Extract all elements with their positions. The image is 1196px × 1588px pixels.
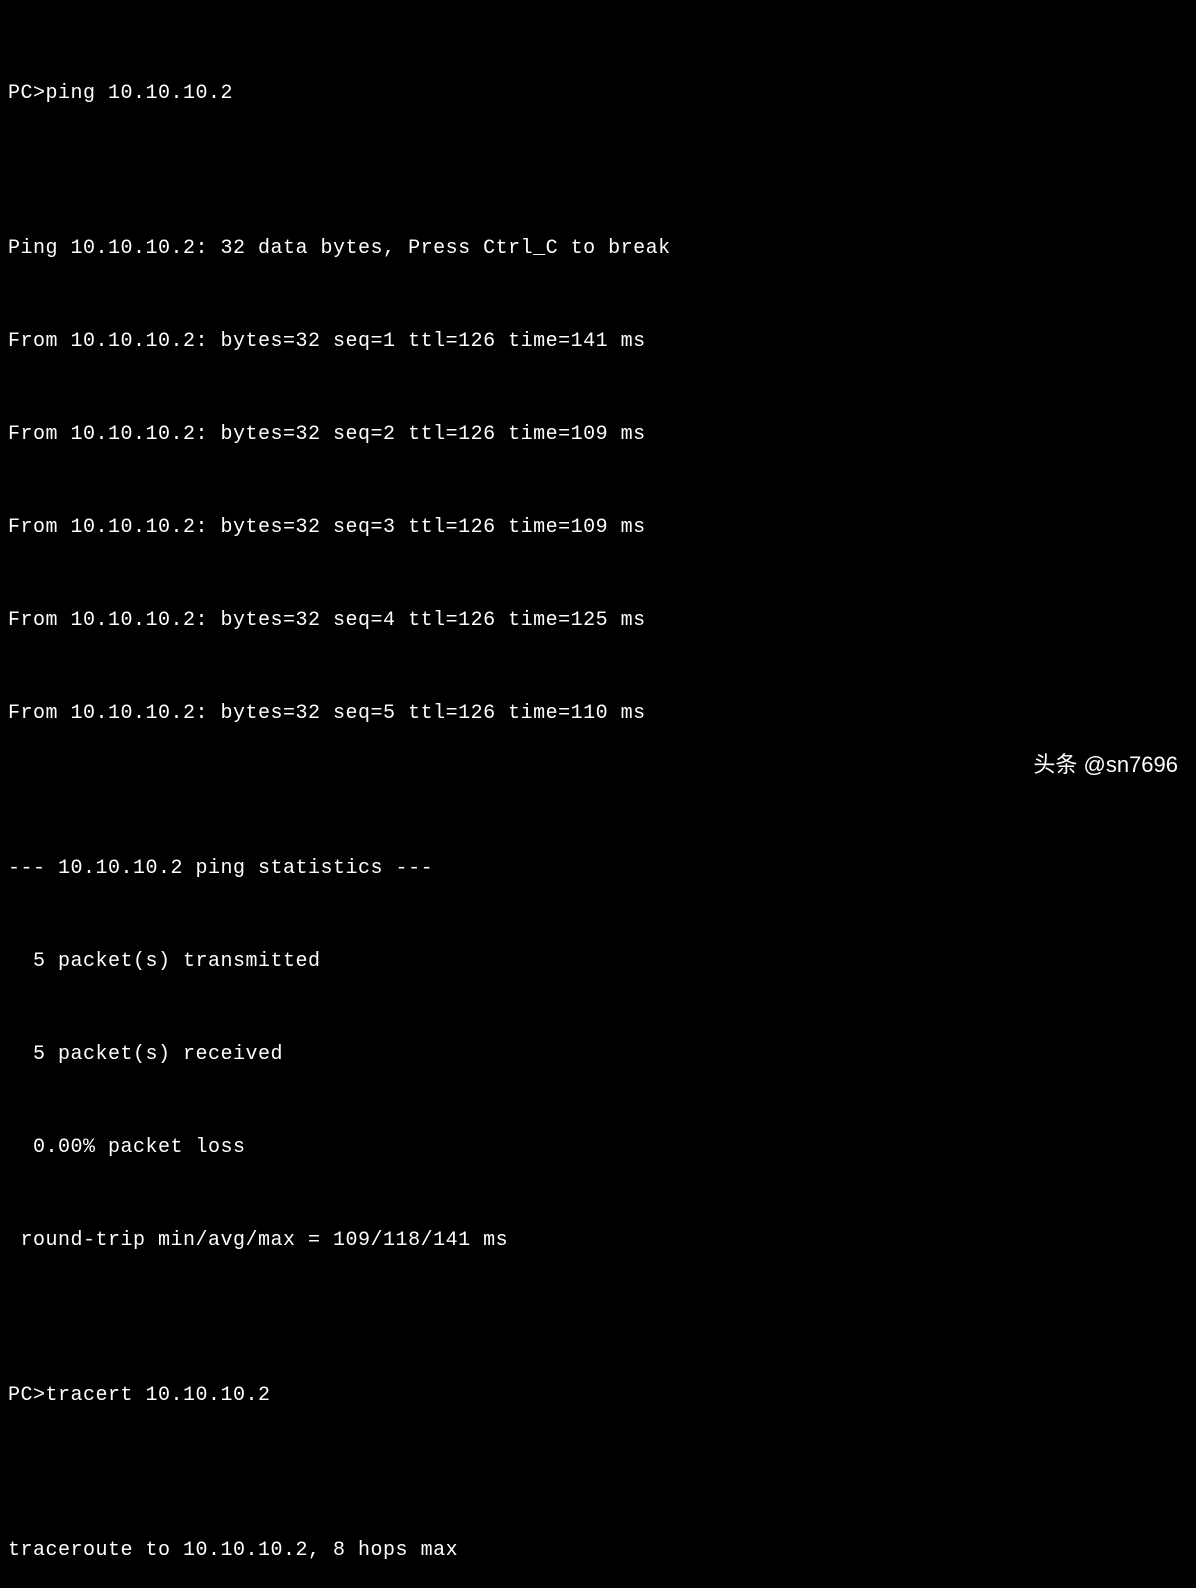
- ping-reply: From 10.10.10.2: bytes=32 seq=1 ttl=126 …: [8, 326, 1188, 357]
- ping-stats-received: 5 packet(s) received: [8, 1039, 1188, 1070]
- ping-stats-transmitted: 5 packet(s) transmitted: [8, 946, 1188, 977]
- terminal-output[interactable]: PC>ping 10.10.10.2 Ping 10.10.10.2: 32 d…: [8, 16, 1188, 1588]
- ping-header: Ping 10.10.10.2: 32 data bytes, Press Ct…: [8, 233, 1188, 264]
- ping-stats-loss: 0.00% packet loss: [8, 1132, 1188, 1163]
- ping-reply: From 10.10.10.2: bytes=32 seq=3 ttl=126 …: [8, 512, 1188, 543]
- watermark-label: 头条 @sn7696: [1033, 748, 1178, 782]
- ping-reply: From 10.10.10.2: bytes=32 seq=5 ttl=126 …: [8, 698, 1188, 729]
- ping-reply: From 10.10.10.2: bytes=32 seq=4 ttl=126 …: [8, 605, 1188, 636]
- ping-reply: From 10.10.10.2: bytes=32 seq=2 ttl=126 …: [8, 419, 1188, 450]
- ping-stats-roundtrip: round-trip min/avg/max = 109/118/141 ms: [8, 1225, 1188, 1256]
- command-line: PC>ping 10.10.10.2: [8, 78, 1188, 109]
- tracert-header: traceroute to 10.10.10.2, 8 hops max: [8, 1535, 1188, 1566]
- ping-stats-header: --- 10.10.10.2 ping statistics ---: [8, 853, 1188, 884]
- command-line: PC>tracert 10.10.10.2: [8, 1380, 1188, 1411]
